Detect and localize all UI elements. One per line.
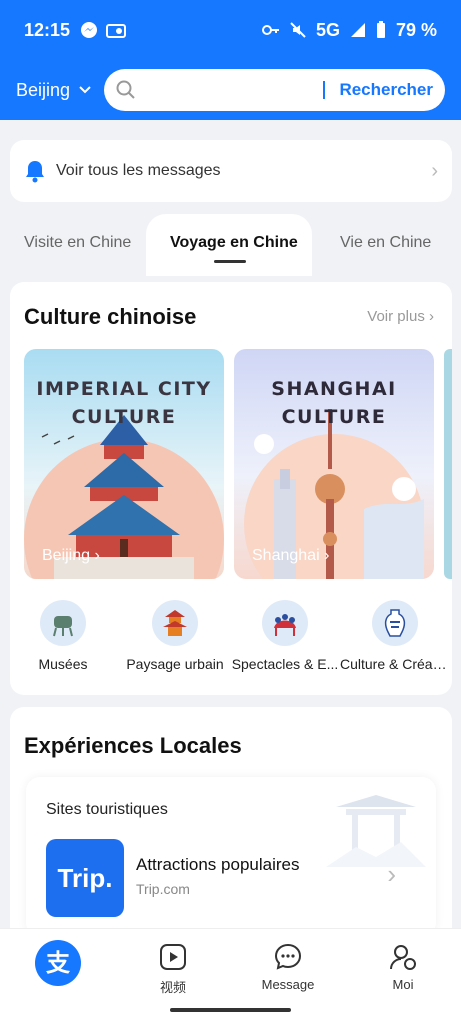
battery-level: 79 %: [395, 19, 437, 40]
tab-vie-en-chine[interactable]: Vie en Chine: [340, 234, 431, 252]
trip-logo-text: Trip.: [57, 862, 113, 893]
header: Beijing Rechercher: [0, 60, 461, 120]
voir-plus-link[interactable]: Voir plus ›: [367, 308, 434, 325]
card-title: SHANGHAI CULTURE: [271, 378, 397, 428]
status-time: 12:15: [24, 19, 71, 40]
search-button[interactable]: Rechercher: [339, 80, 433, 100]
signal-icon: [350, 23, 365, 37]
city-selector[interactable]: Beijing: [16, 80, 104, 101]
nav-moi-label: Moi: [392, 977, 414, 992]
card-city: Beijing ›: [42, 547, 100, 564]
mute-icon: [290, 22, 306, 38]
search-icon: [116, 80, 135, 99]
voir-plus-label: Voir plus: [367, 308, 425, 325]
search-bar[interactable]: Rechercher: [104, 69, 445, 111]
status-system-icons: 5G 79 %: [261, 19, 437, 41]
status-notification-icons: [80, 21, 127, 39]
bronze-vessel-icon: [40, 600, 86, 646]
trip-logo: Trip.: [46, 839, 124, 917]
local-experiences-section: Expériences Locales Sites touristiques T…: [10, 707, 452, 937]
category-spectacles[interactable]: Spectacles & E...: [230, 600, 340, 672]
card-beijing[interactable]: IMPERIAL CITY CULTURE Beijing ›: [24, 349, 224, 579]
culture-title: Culture chinoise: [24, 304, 197, 329]
profile-icon: [390, 945, 416, 970]
messages-card[interactable]: Voir tous les messages ›: [10, 140, 452, 202]
tab-voyage-en-chine[interactable]: Voyage en Chine: [170, 234, 298, 252]
chevron-right-icon: ›: [387, 859, 396, 889]
messenger-icon: [81, 22, 98, 38]
status-bar: 12:15 5G 79 %: [0, 0, 461, 60]
nav-message[interactable]: Message: [243, 943, 333, 992]
tab-visite-en-chine[interactable]: Visite en Chine: [24, 234, 131, 252]
key-icon: [261, 25, 279, 35]
network-label: 5G: [315, 19, 340, 40]
tourist-sites-card: Sites touristiques Trip. Attractions pop…: [26, 777, 436, 937]
category-musees[interactable]: Musées: [8, 600, 118, 672]
nav-message-label: Message: [261, 977, 315, 992]
card-shanghai[interactable]: SHANGHAI CULTURE Shanghai ›: [234, 349, 434, 579]
category-label: Paysage urbain: [126, 656, 224, 672]
messages-label: Voir tous les messages: [56, 162, 221, 179]
chevron-down-icon: [79, 86, 91, 94]
active-tab-indicator: [214, 260, 246, 263]
nav-video[interactable]: 视频: [128, 943, 218, 996]
next-card-peek: [444, 349, 452, 579]
tab-bar: Visite en Chine Voyage en Chine Vie en C…: [0, 214, 461, 276]
category-label: Spectacles & E...: [231, 656, 339, 672]
bell-icon: [26, 161, 44, 183]
local-title: Expériences Locales: [24, 733, 242, 758]
category-paysage-urbain[interactable]: Paysage urbain: [120, 600, 230, 672]
category-label: Culture & Créati...: [340, 656, 450, 672]
nav-moi[interactable]: Moi: [358, 943, 448, 992]
attractions-source: Trip.com: [136, 881, 190, 897]
attractions-item[interactable]: Attractions populaires Trip.com ›: [136, 855, 426, 905]
alipay-icon: 支: [35, 940, 81, 986]
video-icon: [160, 944, 186, 970]
radio-icon: [106, 24, 127, 38]
card-city: Shanghai ›: [252, 547, 330, 564]
nav-video-label: 视频: [159, 980, 186, 995]
pagoda-icon: [152, 600, 198, 646]
search-divider: [323, 81, 326, 99]
culture-section: Culture chinoise Voir plus › IMPERIAL CI…: [10, 282, 452, 695]
message-icon: [274, 943, 302, 970]
chevron-right-icon: ›: [431, 159, 438, 182]
category-culture-creation[interactable]: Culture & Créati...: [340, 600, 450, 672]
opera-crown-icon: [262, 600, 308, 646]
porcelain-vase-icon: [372, 600, 418, 646]
svg-text:支: 支: [46, 949, 71, 977]
category-label: Musées: [38, 656, 88, 672]
nav-home[interactable]: 支: [13, 939, 103, 987]
card-title: IMPERIAL CITY CULTURE: [36, 378, 212, 428]
city-label: Beijing: [16, 79, 71, 100]
home-indicator: [170, 1008, 291, 1012]
attractions-title: Attractions populaires: [136, 855, 300, 874]
tourist-sites-label: Sites touristiques: [46, 801, 168, 818]
battery-icon: [376, 21, 385, 38]
